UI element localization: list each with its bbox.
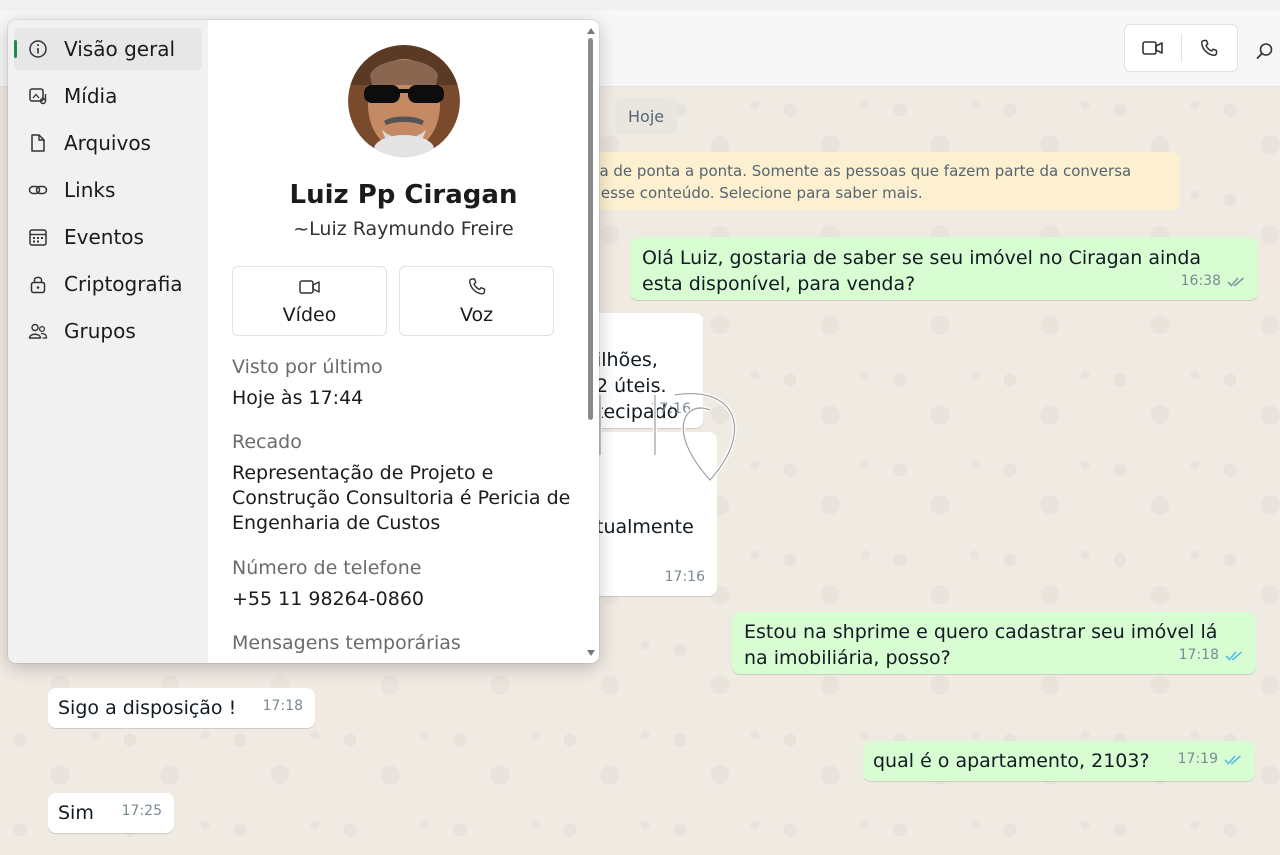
info-icon (29, 40, 47, 58)
contact-avatar[interactable] (348, 45, 460, 157)
scroll-up-arrow-icon[interactable] (587, 28, 595, 34)
nav-item-label: Criptografia (64, 272, 183, 296)
profile-photo (348, 45, 460, 157)
nav-item-label: Links (64, 178, 116, 202)
phone-value: +55 11 98264-0860 (232, 588, 425, 610)
message-time: 17:18 (1178, 647, 1219, 663)
voice-call-action[interactable]: Voz (399, 266, 554, 336)
media-icon (29, 88, 47, 105)
message-meta: 17:25 (122, 798, 162, 824)
read-check-icon (1224, 754, 1242, 765)
message-text: Sim (58, 802, 94, 824)
disappearing-messages-label: Mensagens temporárias (232, 632, 461, 654)
nav-item-label: Visão geral (64, 37, 176, 61)
delivered-check-icon (1227, 276, 1245, 287)
message-time: 17:16 (664, 569, 705, 585)
active-indicator (14, 40, 17, 58)
about-label: Recado (232, 431, 302, 453)
link-icon (28, 185, 48, 195)
message-text: Estou na shprime e quero cadastrar seu i… (744, 621, 1218, 669)
message-time: 17:25 (121, 803, 162, 819)
last-seen-value: Hoje às 17:44 (232, 387, 364, 409)
message-meta: 17:18 (1179, 642, 1244, 668)
phone-label: Número de telefone (232, 557, 422, 579)
message-bubble-outgoing[interactable]: Olá Luiz, gostaria de saber se seu imóve… (630, 237, 1258, 300)
panel-scrollbar[interactable] (583, 20, 599, 663)
message-bubble-incoming[interactable]: Sigo a disposição ! 17:18 (48, 688, 315, 728)
message-bubble-outgoing[interactable]: Estou na shprime e quero cadastrar seu i… (732, 612, 1256, 674)
message-meta: 17:16 (665, 564, 705, 590)
message-time: 17:19 (1177, 751, 1218, 767)
groups-icon (28, 323, 48, 339)
message-time: 17:18 (262, 698, 303, 714)
video-camera-icon (299, 280, 320, 294)
video-camera-icon (1141, 41, 1163, 55)
lock-icon (30, 276, 46, 294)
call-buttons (1124, 24, 1238, 72)
message-meta: 17:19 (1178, 746, 1243, 772)
contact-info-nav: Visão geral Mídia Arquivos Links Eventos… (8, 20, 208, 663)
message-bubble-incoming[interactable]: Sim 17:25 (48, 793, 174, 833)
contact-name: Luiz Pp Ciragan (289, 180, 518, 210)
message-meta: 16:38 (1181, 268, 1246, 294)
nav-item-media[interactable]: Mídia (14, 75, 202, 117)
nav-item-label: Arquivos (64, 131, 151, 155)
message-text: Sigo a disposição ! (58, 697, 237, 719)
message-meta: 17:18 (263, 693, 303, 719)
phone-icon (468, 278, 486, 295)
message-bubble-outgoing[interactable]: qual é o apartamento, 2103? 17:19 (863, 741, 1255, 781)
voice-call-label: Voz (459, 304, 494, 326)
video-call-label: Vídeo (282, 304, 337, 326)
search-button[interactable] (1250, 36, 1280, 66)
video-call-action[interactable]: Vídeo (232, 266, 387, 336)
about-value: Representação de Projeto e Construção Co… (232, 462, 571, 534)
voice-call-button[interactable] (1182, 25, 1238, 71)
video-call-button[interactable] (1125, 25, 1181, 71)
message-time: 16:38 (1180, 273, 1221, 289)
scroll-down-arrow-icon[interactable] (587, 650, 595, 656)
calendar-icon (29, 229, 47, 246)
nav-item-events[interactable]: Eventos (14, 216, 202, 258)
encryption-notice[interactable]: fia de ponta a ponta. Somente as pessoas… (560, 152, 1180, 210)
message-text: Olá Luiz, gostaria de saber se seu imóve… (642, 247, 1202, 295)
nav-item-files[interactable]: Arquivos (14, 122, 202, 164)
nav-item-label: Eventos (64, 225, 144, 249)
message-text: tualmente (596, 516, 694, 538)
nav-item-links[interactable]: Links (14, 169, 202, 211)
nav-item-label: Mídia (64, 84, 118, 108)
contact-push-name: ~Luiz Raymundo Freire (293, 218, 514, 240)
read-check-icon (1225, 650, 1243, 661)
nav-item-label: Grupos (64, 319, 136, 343)
contact-info-panel: Visão geral Mídia Arquivos Links Eventos… (8, 20, 599, 663)
nav-item-encryption[interactable]: Criptografia (14, 263, 202, 305)
phone-icon (1201, 39, 1218, 57)
nav-item-groups[interactable]: Grupos (14, 310, 202, 352)
file-icon (31, 134, 45, 152)
last-seen-label: Visto por último (232, 356, 383, 378)
contact-overview: Luiz Pp Ciragan ~Luiz Raymundo Freire Ví… (208, 20, 599, 663)
date-chip: Hoje (615, 99, 678, 134)
scroll-thumb[interactable] (588, 38, 593, 420)
search-icon (1256, 43, 1273, 59)
message-text: qual é o apartamento, 2103? (873, 750, 1150, 772)
nav-item-overview[interactable]: Visão geral (14, 28, 202, 70)
